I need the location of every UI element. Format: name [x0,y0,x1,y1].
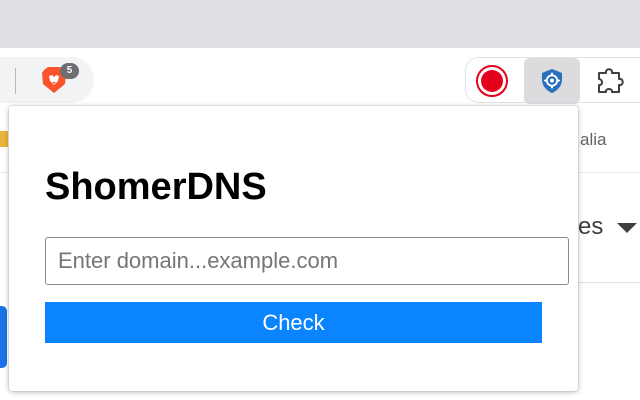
check-button[interactable]: Check [45,302,542,343]
brave-badge-count: 5 [60,63,79,79]
record-extension-button[interactable] [473,62,511,100]
extension-popup: ShomerDNS Check [9,106,578,391]
caret-down-icon[interactable] [617,223,637,233]
domain-input[interactable] [45,237,569,285]
page-blue-element[interactable] [0,306,7,368]
page-dropdown-label[interactable]: es [578,213,603,241]
popup-title: ShomerDNS [45,166,267,208]
brave-shields-button[interactable]: 5 [34,60,82,100]
toolbar-separator [15,68,16,94]
extensions-menu-button[interactable] [590,60,634,100]
bookmark-folder-icon[interactable] [0,131,8,147]
shomerdns-extension-button[interactable] [524,58,580,104]
bookmark-item-label[interactable]: alia [580,130,606,150]
page-divider [578,282,640,283]
tab-strip [0,0,640,48]
